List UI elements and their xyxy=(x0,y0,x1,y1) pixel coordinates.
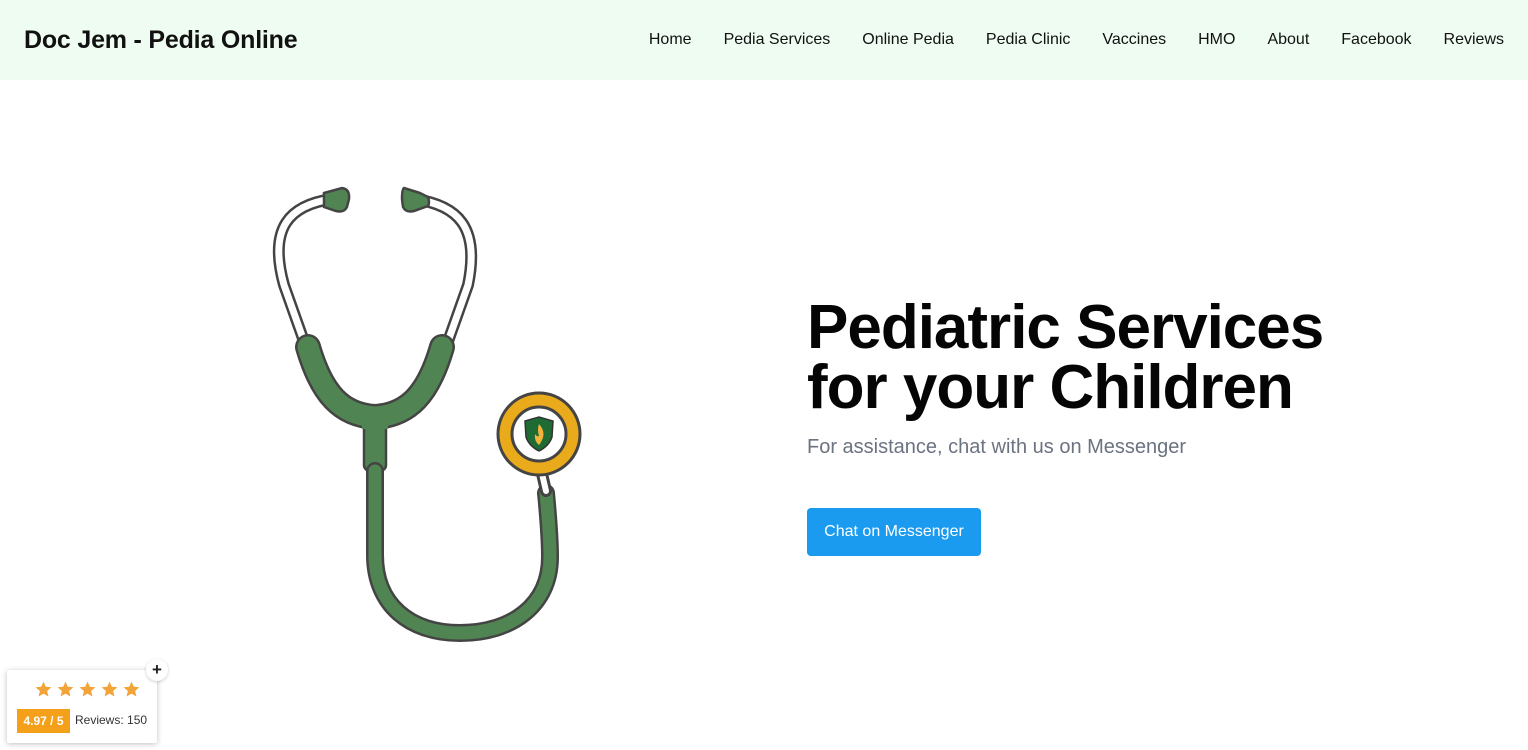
nav-home[interactable]: Home xyxy=(649,28,692,52)
stethoscope-icon xyxy=(250,175,610,655)
nav-pedia-services[interactable]: Pedia Services xyxy=(724,28,831,52)
review-widget[interactable]: 4.97 / 5 Reviews: 150 xyxy=(7,670,157,743)
star-icon xyxy=(101,681,118,697)
main-nav: Home Pedia Services Online Pedia Pedia C… xyxy=(649,28,1504,52)
nav-vaccines[interactable]: Vaccines xyxy=(1102,28,1166,52)
hero-subtitle: For assistance, chat with us on Messenge… xyxy=(807,436,1187,458)
review-count: Reviews: 150 xyxy=(75,713,148,727)
star-icon xyxy=(123,681,140,697)
brand-logo-text[interactable]: Doc Jem - Pedia Online xyxy=(24,24,298,56)
hero-title: Pediatric Services for your Children xyxy=(807,297,1447,419)
nav-online-pedia[interactable]: Online Pedia xyxy=(862,28,954,52)
nav-hmo[interactable]: HMO xyxy=(1198,28,1235,52)
star-rating xyxy=(34,680,141,699)
nav-reviews[interactable]: Reviews xyxy=(1444,28,1504,52)
site-header: Doc Jem - Pedia Online Home Pedia Servic… xyxy=(0,0,1528,80)
nav-pedia-clinic[interactable]: Pedia Clinic xyxy=(986,28,1070,52)
hero-title-line-1: Pediatric Services xyxy=(807,293,1324,362)
chat-on-messenger-button[interactable]: Chat on Messenger xyxy=(807,508,981,556)
rating-badge: 4.97 / 5 xyxy=(17,709,70,733)
expand-widget-button[interactable]: + xyxy=(146,659,168,681)
star-icon xyxy=(35,681,52,697)
nav-about[interactable]: About xyxy=(1267,28,1309,52)
star-icon xyxy=(57,681,74,697)
nav-facebook[interactable]: Facebook xyxy=(1341,28,1411,52)
hero-title-line-2: for your Children xyxy=(807,353,1294,422)
star-icon xyxy=(79,681,96,697)
hero-text: Pediatric Services for your Children For… xyxy=(807,297,1447,461)
